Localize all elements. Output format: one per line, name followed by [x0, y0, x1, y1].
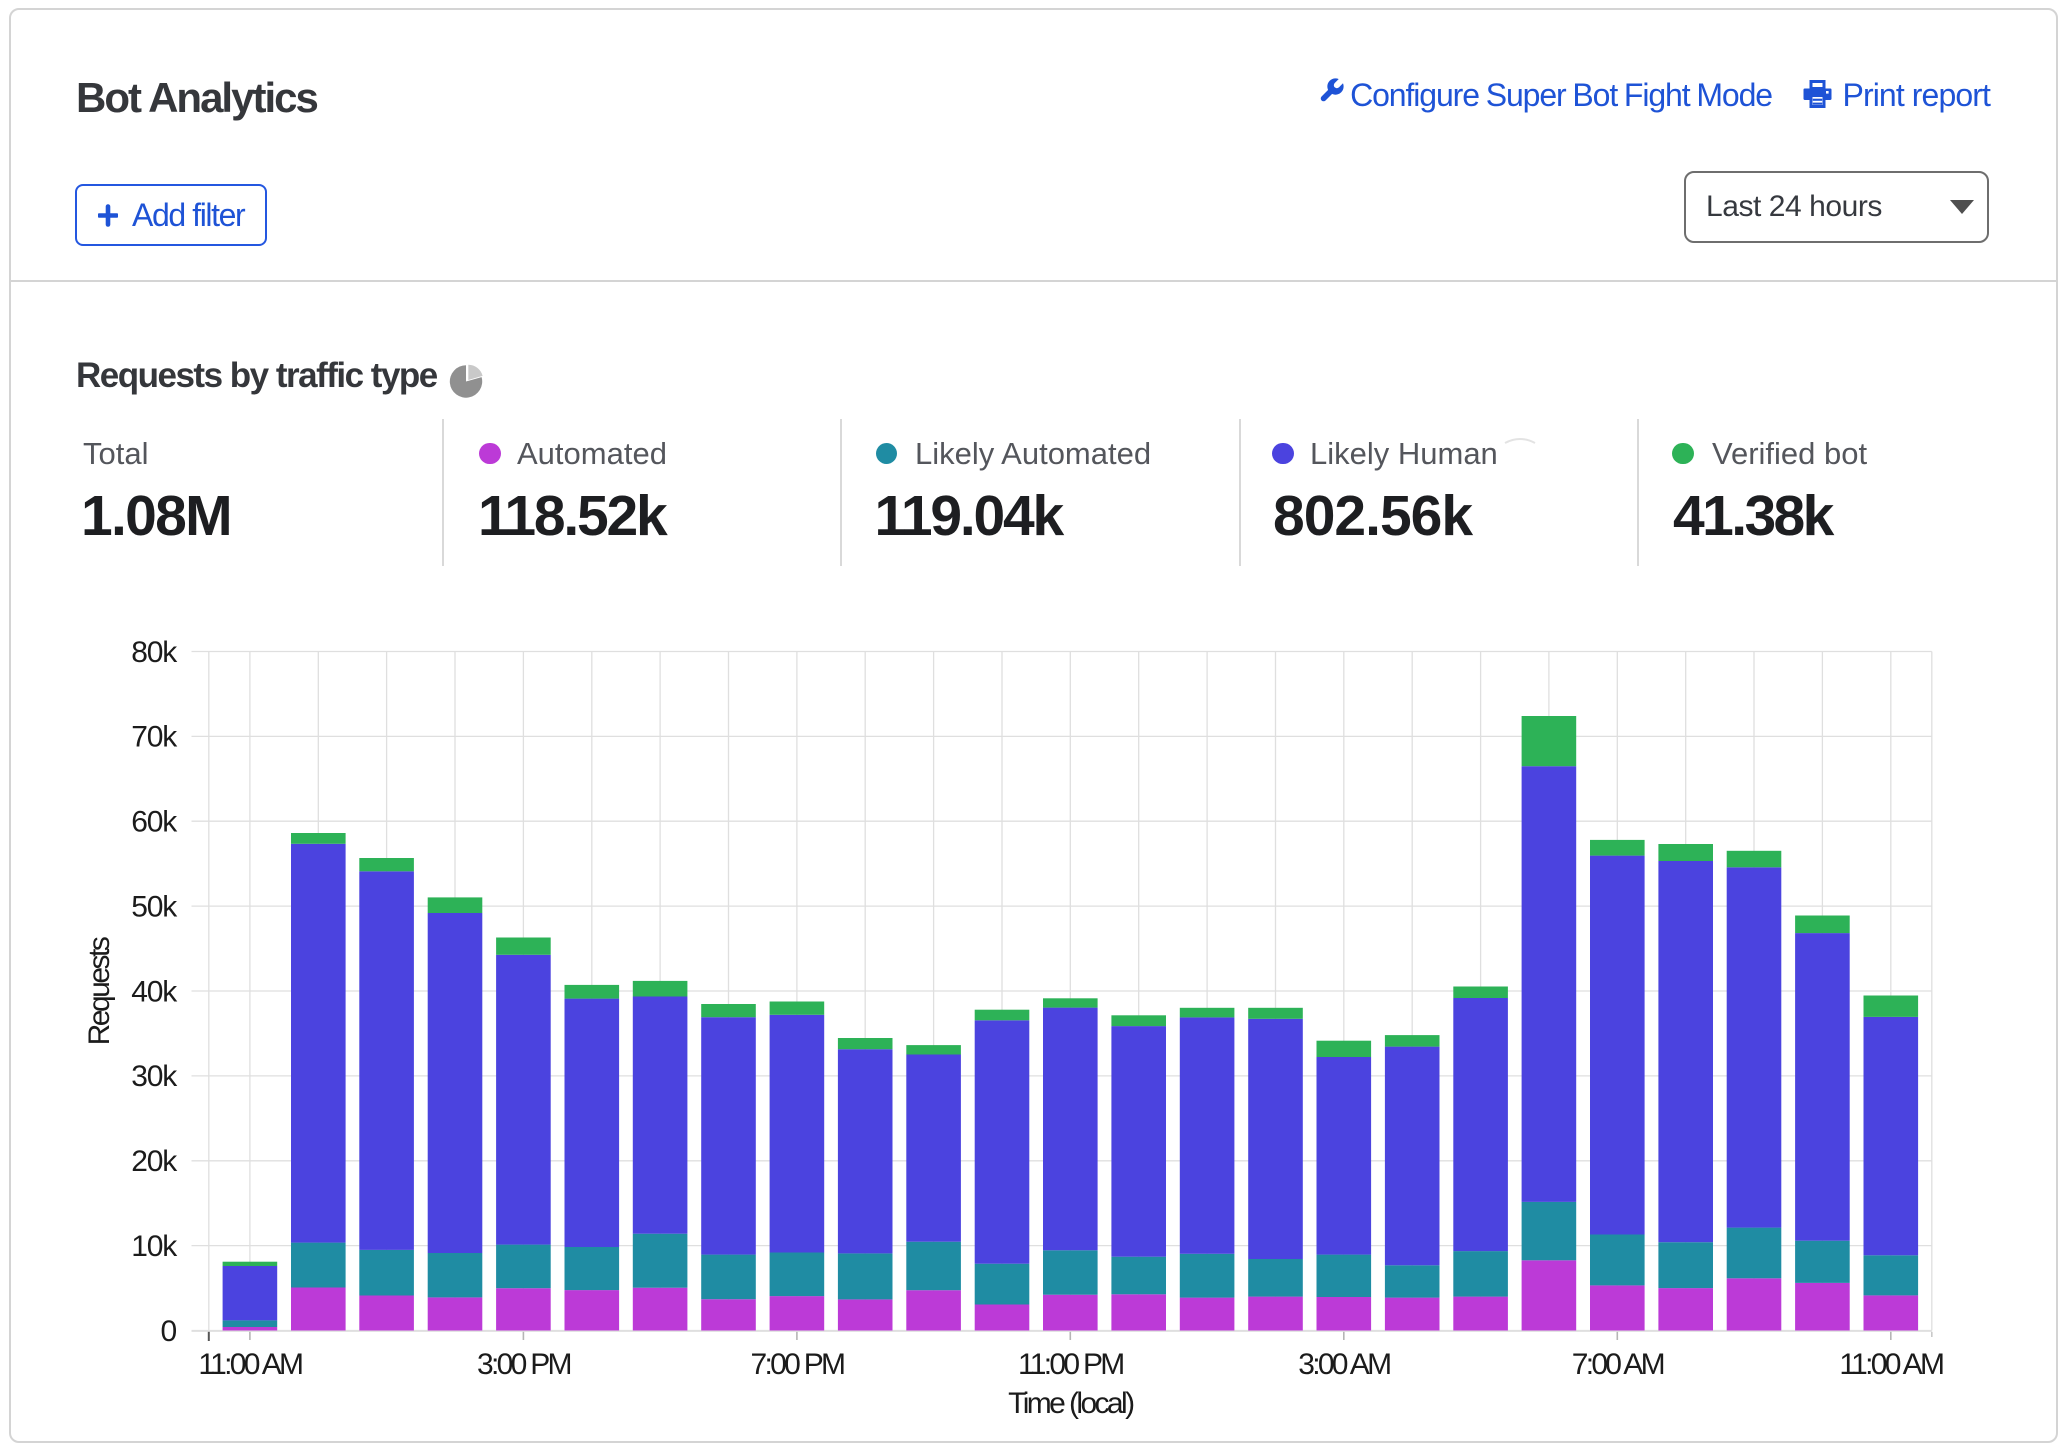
svg-text:3:00 AM: 3:00 AM: [1298, 1348, 1390, 1381]
svg-text:40k: 40k: [131, 975, 178, 1008]
svg-text:11:00 AM: 11:00 AM: [198, 1348, 302, 1381]
svg-text:50k: 50k: [131, 890, 178, 923]
svg-text:20k: 20k: [131, 1145, 178, 1178]
svg-text:70k: 70k: [131, 721, 178, 754]
svg-text:11:00 AM: 11:00 AM: [1839, 1348, 1943, 1381]
svg-text:3:00 PM: 3:00 PM: [477, 1348, 571, 1381]
svg-text:30k: 30k: [131, 1060, 178, 1093]
svg-text:7:00 PM: 7:00 PM: [750, 1348, 844, 1381]
svg-text:0: 0: [161, 1315, 177, 1348]
svg-text:Time (local): Time (local): [1008, 1387, 1134, 1420]
svg-text:60k: 60k: [131, 806, 178, 839]
svg-text:80k: 80k: [131, 636, 178, 669]
svg-text:10k: 10k: [131, 1230, 178, 1263]
svg-text:11:00 PM: 11:00 PM: [1018, 1348, 1123, 1381]
svg-text:7:00 AM: 7:00 AM: [1572, 1348, 1664, 1381]
svg-text:Requests: Requests: [83, 937, 116, 1045]
